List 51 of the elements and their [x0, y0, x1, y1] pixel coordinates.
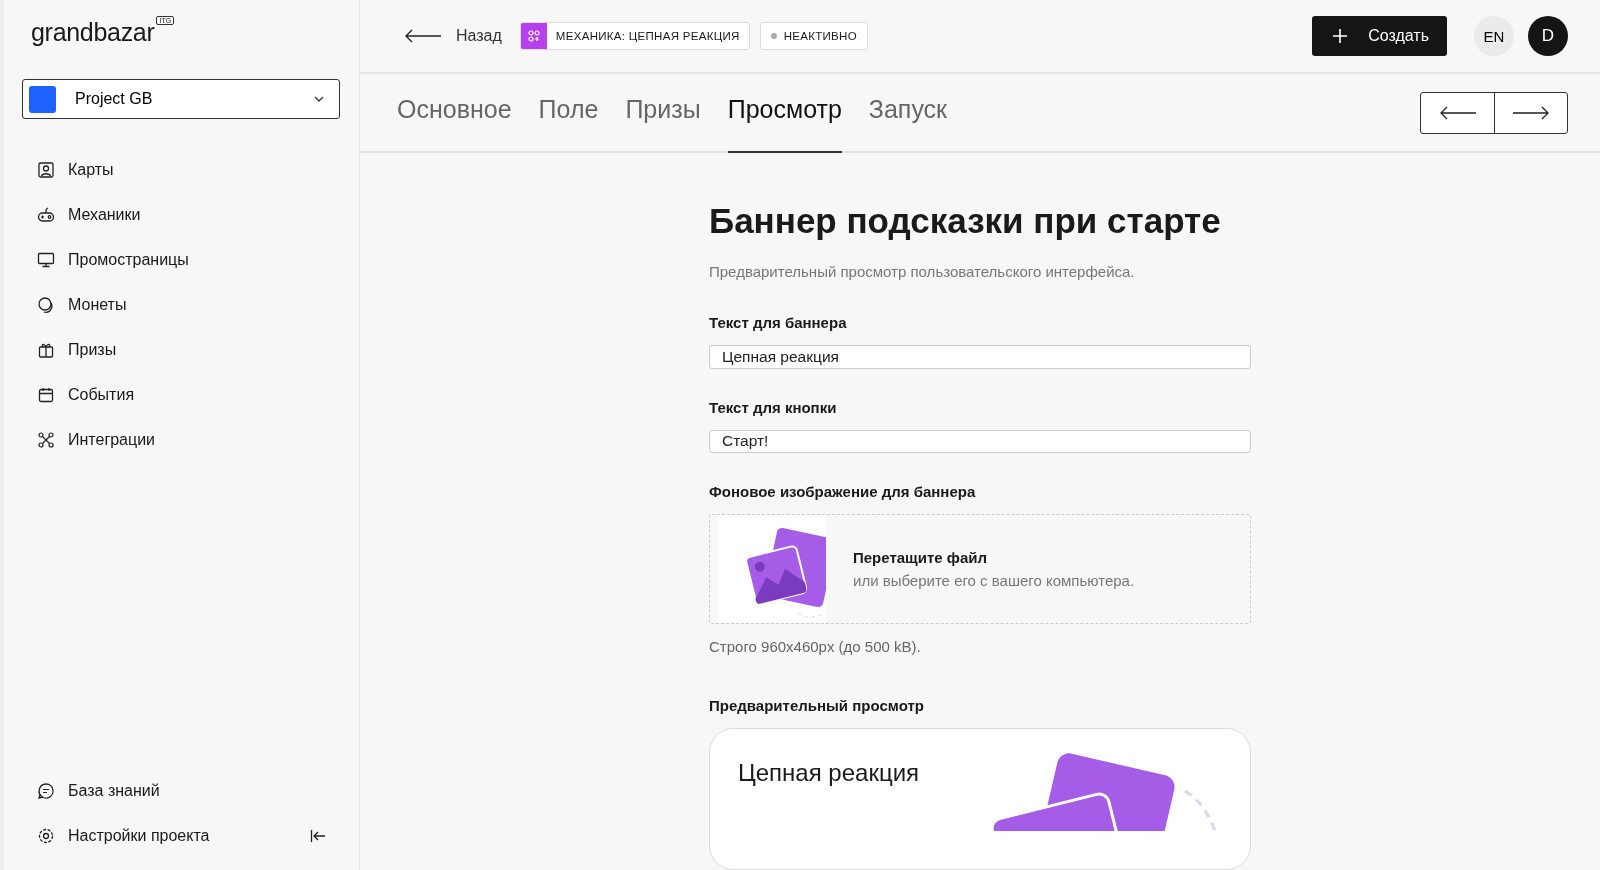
banner-text: Цепная реакция [738, 759, 920, 787]
sidebar-item[interactable]: Интеграции [22, 417, 340, 462]
drop-title: Перетащите файл [853, 549, 989, 566]
chat-icon [37, 781, 55, 800]
upload-note: Строго 960x460px (до 500 kB). [709, 638, 922, 655]
sidebar-item[interactable]: Монеты [22, 282, 340, 327]
calendar-icon [37, 385, 55, 404]
page-title: Баннер подсказки при старте [709, 201, 1222, 241]
network-icon [37, 430, 55, 449]
back-link[interactable]: Назад [404, 27, 502, 45]
coins-icon [37, 295, 55, 314]
arrow-left-icon [1438, 105, 1477, 120]
drop-hint: или выберите его с вашего компьютера. [853, 572, 1135, 589]
field-label: Фоновое изображение для баннера [709, 483, 977, 500]
project-select[interactable]: Project GB [22, 79, 340, 119]
mechanic-tag: МЕХАНИКА: ЦЕПНАЯ РЕАКЦИЯ [519, 22, 750, 50]
tab[interactable]: Призы [625, 74, 701, 153]
tab[interactable]: Основное [397, 74, 512, 153]
input-field[interactable]: Старт! [709, 429, 1251, 453]
create-button[interactable]: Создать [1312, 16, 1447, 56]
monitor-icon [37, 250, 55, 269]
sidebar-item[interactable]: Механики [22, 192, 340, 237]
tab[interactable]: Поле [538, 74, 599, 153]
sidebar-item[interactable]: База знаний [22, 768, 340, 813]
sidebar-item[interactable]: Карты [22, 147, 340, 192]
file-drop-zone[interactable]: Перетащите файл или выберите его с вашего компьютера. [709, 514, 1251, 624]
sidebar-item[interactable]: Призы [22, 327, 340, 372]
field-label: Текст для баннера [709, 314, 848, 331]
tab[interactable]: Запуск [868, 74, 948, 153]
logo: grandbazar [31, 18, 155, 47]
sidebar-item[interactable]: События [22, 372, 340, 417]
field-label: Текст для кнопки [709, 398, 838, 416]
language-button[interactable]: EN [1474, 16, 1514, 56]
arrow-right-icon [1512, 105, 1550, 120]
status-badge: НЕАКТИВНО [759, 22, 868, 50]
avatar[interactable]: D [1528, 16, 1568, 56]
settings-icon [37, 826, 55, 845]
collapse-sidebar-icon[interactable] [310, 828, 326, 843]
sidebar-item[interactable]: Настройки проекта [22, 813, 340, 858]
arrow-left-icon [404, 29, 442, 43]
tab[interactable]: Просмотр [727, 74, 842, 153]
field-label: Предварительный просмотр [709, 697, 925, 714]
gamepad-icon [37, 205, 55, 224]
plus-icon [1332, 28, 1349, 44]
chevron-down-icon [313, 95, 325, 103]
grid-icon [520, 23, 547, 49]
input-field[interactable]: Цепная реакция [709, 345, 1251, 369]
page-subtitle: Предварительный просмотр пользовательского интерфейса. [709, 263, 1136, 280]
sidebar-item[interactable]: Промостраницы [22, 237, 340, 282]
project-icon [29, 85, 56, 113]
user-card-icon [37, 160, 55, 179]
